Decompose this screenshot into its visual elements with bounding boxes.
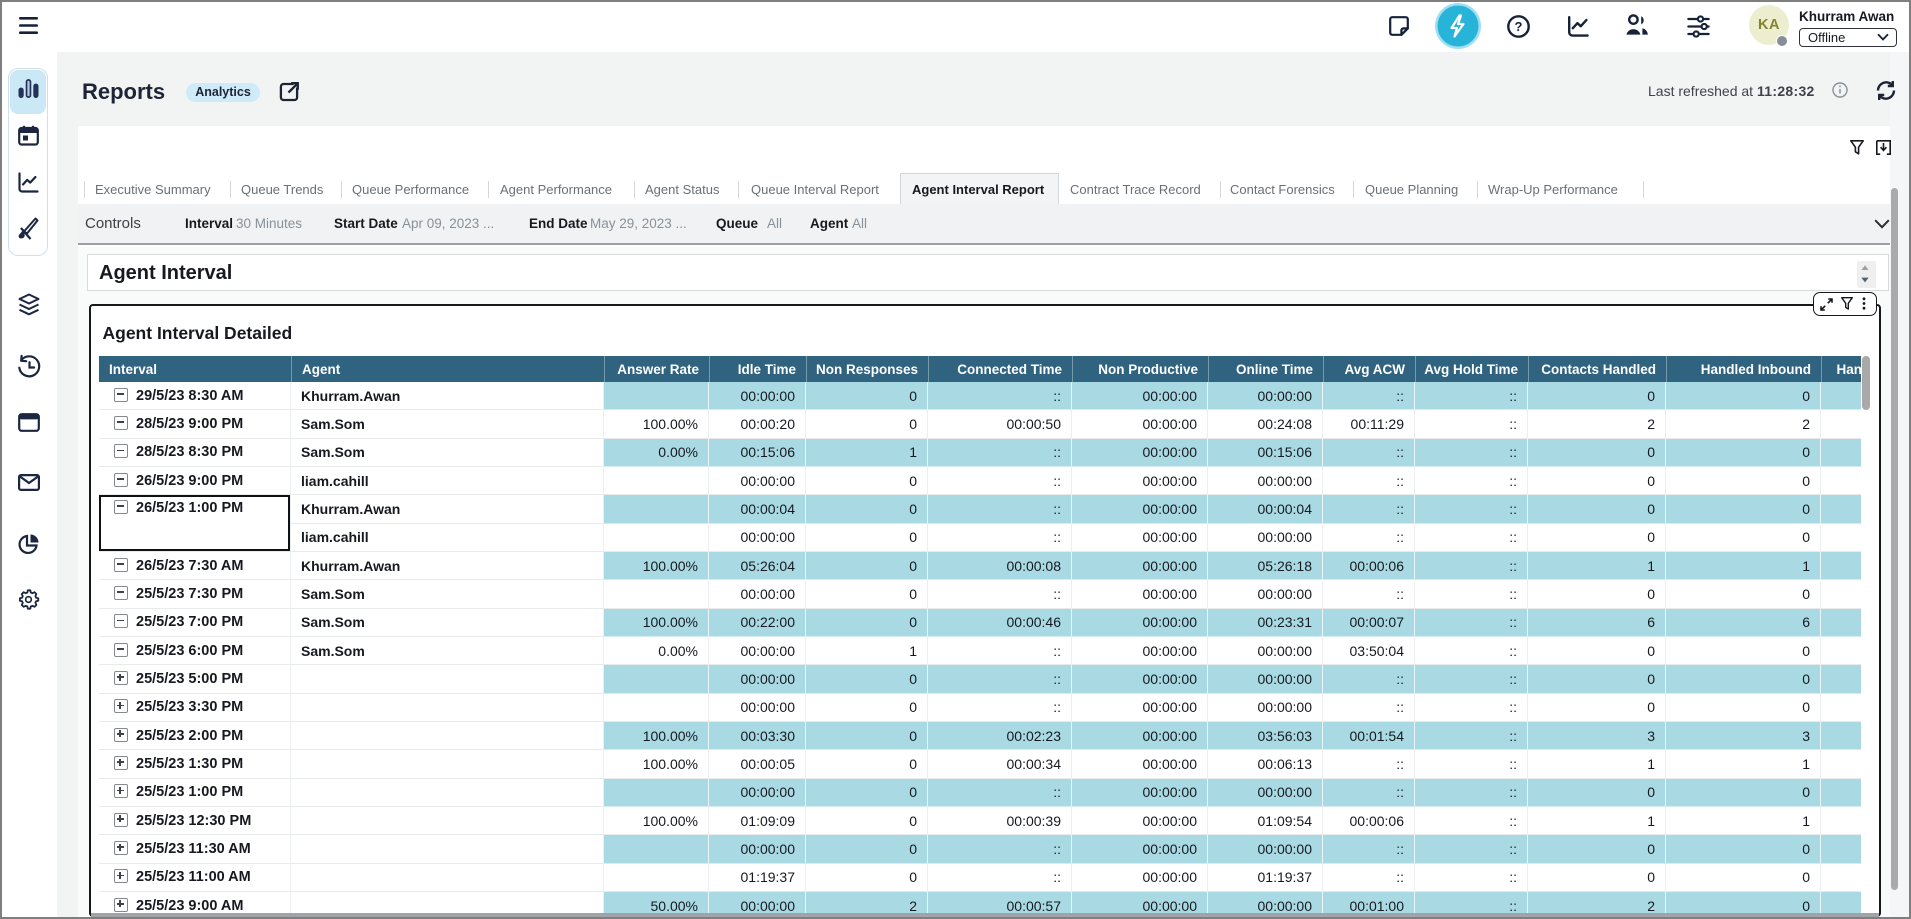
svg-text:?: ? [1515, 19, 1523, 34]
